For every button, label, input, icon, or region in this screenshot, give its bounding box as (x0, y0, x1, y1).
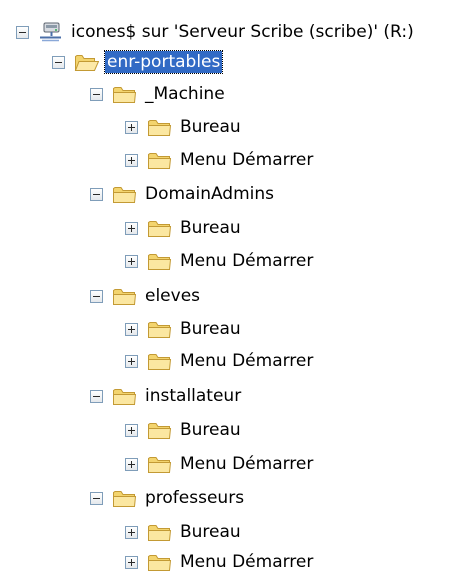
tree-node-label[interactable]: Bureau (178, 419, 243, 441)
tree-node-enr-portables[interactable]: enr-portables (52, 47, 224, 77)
tree-node-label[interactable]: eleves (143, 285, 202, 307)
tree-node-label[interactable]: icones$ sur 'Serveur Scribe (scribe)' (R… (69, 21, 416, 43)
tree-node-group[interactable]: installateur (90, 381, 243, 411)
folder-icon (147, 250, 172, 272)
tree-node-child[interactable]: Bureau (125, 112, 243, 142)
tree-node-label[interactable]: Bureau (178, 116, 243, 138)
folder-icon (112, 385, 137, 407)
folder-icon (147, 551, 172, 573)
expand-icon[interactable] (125, 221, 138, 235)
folder-open-icon (74, 51, 99, 73)
tree-node-label[interactable]: Menu Démarrer (178, 149, 315, 171)
tree-node-label[interactable]: Bureau (178, 217, 243, 239)
tree-node-label[interactable]: professeurs (143, 487, 246, 509)
tree-node-child[interactable]: Menu Démarrer (125, 145, 315, 175)
folder-icon (112, 487, 137, 509)
tree-node-root[interactable]: icones$ sur 'Serveur Scribe (scribe)' (R… (16, 17, 416, 47)
tree-node-label[interactable]: Bureau (178, 318, 243, 340)
tree-node-label[interactable]: Menu Démarrer (178, 453, 315, 475)
folder-icon (147, 149, 172, 171)
expand-icon[interactable] (125, 120, 138, 134)
network-drive-icon (38, 21, 63, 43)
folder-icon (112, 183, 137, 205)
expand-icon[interactable] (125, 354, 138, 368)
tree-node-label[interactable]: installateur (143, 385, 243, 407)
folder-icon (147, 318, 172, 340)
folder-icon (147, 419, 172, 441)
collapse-icon[interactable] (90, 187, 103, 201)
tree-node-label[interactable]: Menu Démarrer (178, 350, 315, 372)
collapse-icon[interactable] (90, 87, 103, 101)
collapse-icon[interactable] (90, 289, 103, 303)
expand-icon[interactable] (125, 555, 138, 569)
tree-node-label[interactable]: DomainAdmins (143, 183, 276, 205)
expand-icon[interactable] (125, 322, 138, 336)
tree-node-group[interactable]: professeurs (90, 483, 246, 513)
collapse-icon[interactable] (16, 25, 29, 39)
tree-node-label[interactable]: Menu Démarrer (178, 250, 315, 272)
tree-node-child[interactable]: Menu Démarrer (125, 246, 315, 276)
expand-icon[interactable] (125, 525, 138, 539)
folder-icon (147, 521, 172, 543)
folder-icon (147, 453, 172, 475)
collapse-icon[interactable] (52, 55, 65, 69)
tree-node-group[interactable]: DomainAdmins (90, 179, 276, 209)
tree-node-group[interactable]: _Machine (90, 79, 227, 109)
expand-icon[interactable] (125, 457, 138, 471)
tree-node-label[interactable]: Menu Démarrer (178, 551, 315, 573)
folder-tree: icones$ sur 'Serveur Scribe (scribe)' (R… (0, 0, 468, 579)
expand-icon[interactable] (125, 254, 138, 268)
tree-node-group[interactable]: eleves (90, 281, 202, 311)
folder-icon (147, 116, 172, 138)
folder-icon (112, 285, 137, 307)
tree-node-child[interactable]: Bureau (125, 213, 243, 243)
tree-node-child[interactable]: Menu Démarrer (125, 449, 315, 479)
collapse-icon[interactable] (90, 491, 103, 505)
expand-icon[interactable] (125, 153, 138, 167)
tree-node-child[interactable]: Bureau (125, 517, 243, 547)
tree-node-child[interactable]: Menu Démarrer (125, 547, 315, 577)
tree-node-label[interactable]: _Machine (143, 83, 227, 105)
tree-node-child[interactable]: Menu Démarrer (125, 346, 315, 376)
expand-icon[interactable] (125, 423, 138, 437)
folder-icon (112, 83, 137, 105)
tree-node-child[interactable]: Bureau (125, 415, 243, 445)
tree-node-label[interactable]: enr-portables (103, 50, 224, 74)
folder-icon (147, 217, 172, 239)
tree-node-label[interactable]: Bureau (178, 521, 243, 543)
tree-node-child[interactable]: Bureau (125, 314, 243, 344)
folder-icon (147, 350, 172, 372)
collapse-icon[interactable] (90, 389, 103, 403)
